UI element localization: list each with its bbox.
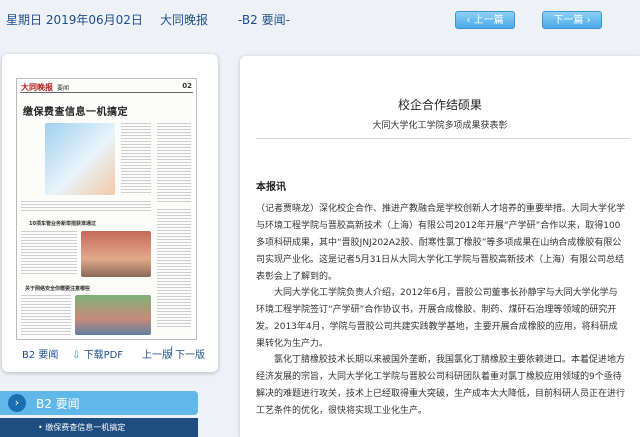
thumbnail-group-photo [75,295,151,335]
article-paragraph: （记者贾晓龙）深化校企合作、推进产教融合是学校创新人才培养的重要举措。大同大学化… [256,204,626,282]
paper-name[interactable]: 大同晚报 [160,11,208,28]
page-label[interactable]: B2 要闻 [22,346,58,361]
thumbnail-section: 要闻 [57,85,70,92]
chevron-right-icon: › [8,394,26,412]
thumbnail-text-block [21,231,77,275]
article-paragraph: 大同大学化工学院负责人介绍，2012年6月，晋胶公司董事长孙静宇与大同大学化学与… [256,288,618,349]
download-pdf-link[interactable]: ⇩ 下载PDF [72,346,123,361]
thumbnail-headline: 缴保费查信息一机搞定 [23,107,128,118]
page-link-separator: | [170,346,174,357]
section-header[interactable]: › B2 要闻 [0,391,198,415]
issue-date: 星期日 2019年06月02日 [6,13,143,27]
thumbnail-subheadline: 关于网络安全你需要注意哪些 [25,286,91,292]
download-icon: ⇩ [72,350,81,361]
chevron-left-icon: ‹ [466,15,471,26]
prev-page-link[interactable]: 上一版 [142,346,172,361]
top-bar: 星期日 2019年06月02日 大同晚报 -B2 要闻- ‹ 上一篇 下一篇 › [0,0,640,40]
thumbnail-phone-image [45,123,115,195]
next-article-button[interactable]: 下一篇 › [542,11,602,29]
article-divider [256,138,630,139]
thumbnail-text-block [121,123,151,195]
page-thumbnail[interactable]: 大同晚报 要闻 02 缴保费查信息一机搞定 10项车管业务新举措获准通过 关于网… [16,78,197,340]
article-paragraph: 氯化丁腈橡胶技术长期以来被国外垄断，我国氯化丁腈橡胶主要依赖进口。本着促进地方经… [256,355,626,416]
prev-article-button[interactable]: ‹ 上一篇 [455,11,515,29]
article-subtitle: 大同大学化工学院多项成果获表彰 [372,121,508,131]
edition-label: -B2 要闻- [238,13,290,27]
next-page-link[interactable]: 下一版 [175,346,205,361]
list-item[interactable]: • 缴保费查信息一机搞定 [38,422,125,433]
section-article-list: • 缴保费查信息一机搞定 [0,418,198,437]
thumbnail-award-photo [81,231,151,277]
thumbnail-text-block [21,201,151,213]
thumbnail-text-block [21,295,71,335]
thumbnail-subheadline: 10项车管业务新举措获准通过 [29,221,96,227]
thumbnail-text-block [157,123,191,203]
article-panel: 校企合作结硕果 大同大学化工学院多项成果获表彰 本报讯 （记者贾晓龙）深化校企合… [240,56,640,437]
thumbnail-page-number: 02 [182,82,192,90]
thumbnail-rule [20,92,193,93]
article-source: 本报讯 [256,182,286,193]
section-label: B2 要闻 [36,397,80,411]
thumbnail-text-block [157,209,191,329]
article-title: 校企合作结硕果 [397,98,482,112]
page-preview-panel: 大同晚报 要闻 02 缴保费查信息一机搞定 10项车管业务新举措获准通过 关于网… [2,54,218,372]
chevron-right-icon: › [586,15,591,26]
